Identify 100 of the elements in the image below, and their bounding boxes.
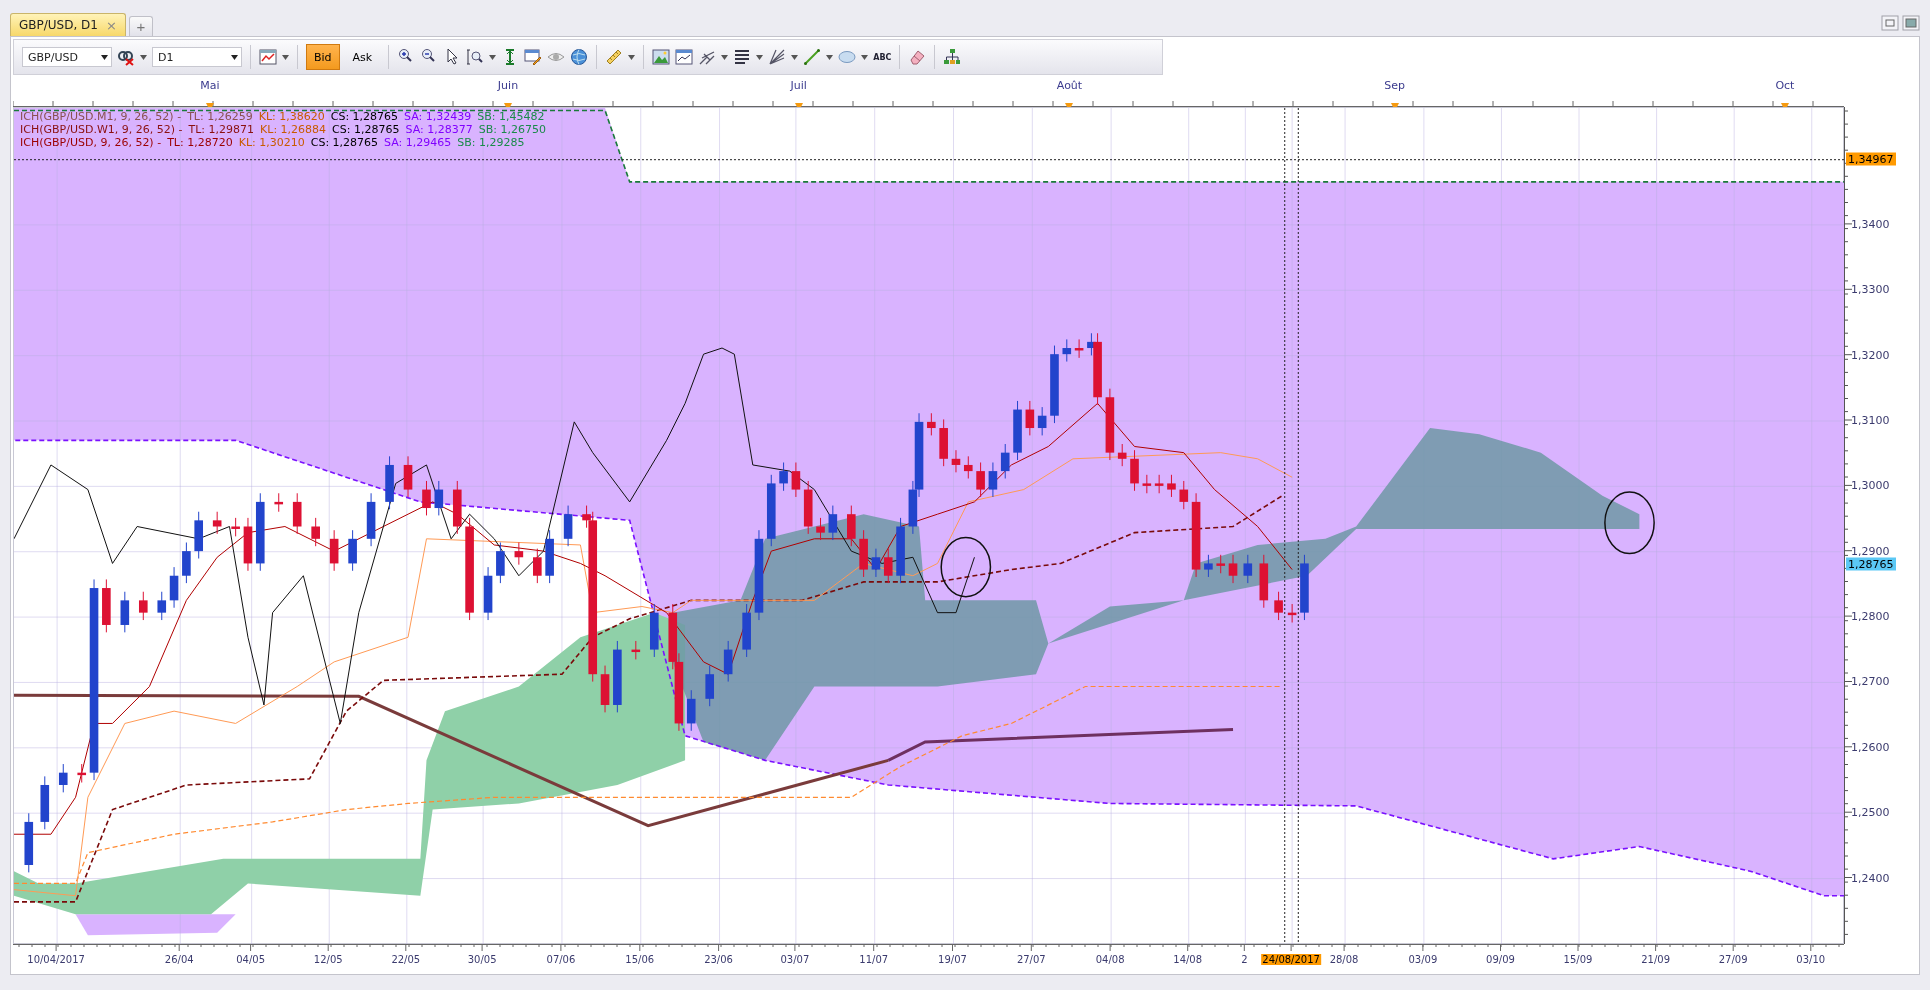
line-icon[interactable] [803, 48, 822, 66]
month-label: Sep [1384, 79, 1405, 92]
legend-value: SB: 1,45482 [477, 110, 545, 123]
legend-value: TL: 1,29871 [188, 123, 255, 136]
price-side-button[interactable]: Bid [306, 44, 340, 70]
price-axis-label: 1,2800 [1850, 609, 1891, 623]
legend-value: KL: 1,30210 [238, 136, 305, 149]
window-chart-icon[interactable] [675, 48, 694, 66]
dropdown-arrow-icon[interactable] [101, 54, 108, 60]
candlestick [545, 529, 554, 584]
candlestick [58, 763, 68, 793]
window-pencil-icon[interactable] [524, 48, 543, 66]
candlestick [600, 665, 610, 713]
candlestick [496, 542, 505, 584]
caret-icon[interactable] [861, 54, 869, 60]
candlestick [1013, 400, 1022, 461]
symbol-dropdown[interactable]: GBP/USD [22, 47, 112, 67]
caret-icon[interactable] [140, 54, 147, 60]
hierarchy-icon[interactable] [943, 48, 962, 66]
date-axis-label: 15/09 [1562, 954, 1594, 965]
date-axis-label: 26/04 [163, 954, 195, 965]
candlestick [403, 455, 413, 498]
circle-annotation [940, 536, 992, 598]
timeframe-dropdown[interactable]: D1 [152, 47, 242, 67]
candlestick [243, 517, 253, 572]
candlestick [883, 548, 893, 584]
candlestick [779, 462, 788, 492]
ruler-icon[interactable] [605, 48, 624, 66]
candlestick [194, 511, 203, 559]
new-tab-button[interactable]: + [128, 16, 153, 36]
candlestick [182, 542, 191, 584]
candlestick [803, 480, 813, 535]
month-label: Oct [1775, 79, 1795, 92]
caret-icon[interactable] [489, 54, 497, 60]
caret-icon[interactable] [721, 54, 729, 60]
list-lines-icon[interactable] [733, 48, 752, 66]
price-side-button[interactable]: Ask [344, 44, 381, 70]
unlink-icon[interactable] [117, 48, 135, 66]
month-label: Juil [790, 79, 807, 92]
candlestick [976, 462, 985, 498]
legend-value: SA: 1,32439 [404, 110, 472, 123]
date-axis-label: 12/05 [312, 954, 344, 965]
candlestick [1300, 554, 1309, 621]
legend-value: SB: 1,26750 [478, 123, 546, 136]
candlestick [1062, 338, 1072, 363]
candlestick [563, 505, 573, 547]
crosshair-date-label: 24/08/2017 [1261, 954, 1321, 965]
month-label: Juin [497, 79, 519, 92]
date-axis-label: 03/07 [779, 954, 811, 965]
candlestick [311, 517, 320, 547]
candlestick [1179, 480, 1189, 510]
caret-icon[interactable] [756, 54, 764, 60]
candlestick [791, 462, 801, 498]
legend-value: CS: 1,28765 [310, 136, 379, 149]
legend-value: SB: 1,29285 [457, 136, 525, 149]
date-axis-label: 04/05 [235, 954, 267, 965]
date-axis-label: 03/09 [1407, 954, 1439, 965]
eraser-icon[interactable] [908, 48, 927, 66]
date-axis-label: 22/05 [390, 954, 422, 965]
picture-icon[interactable] [652, 48, 671, 66]
text-tool-button[interactable]: ABC [873, 52, 892, 62]
chart-tab[interactable]: GBP/USD, D1 × [10, 13, 126, 36]
candlestick [348, 529, 357, 572]
month-label: Août [1056, 79, 1083, 92]
magnifier-icon[interactable] [466, 48, 485, 66]
candlestick [1037, 406, 1047, 436]
price-axis-label: 1,2500 [1850, 805, 1891, 819]
caret-icon[interactable] [791, 54, 799, 60]
caret-icon[interactable] [628, 54, 636, 60]
price-axis-label: 1,3200 [1850, 348, 1891, 362]
candlestick [1274, 591, 1283, 621]
price-axis-label: 1,2400 [1850, 871, 1891, 885]
caret-icon[interactable] [282, 54, 289, 60]
candlestick [896, 517, 905, 584]
candlestick [1167, 474, 1176, 498]
candlestick [951, 449, 961, 473]
candlestick [988, 462, 998, 498]
fan-lines-icon[interactable] [768, 48, 787, 66]
price-axis-label: 1,2700 [1850, 674, 1891, 688]
panel-window-icon[interactable] [1902, 14, 1920, 32]
candlestick [1130, 449, 1139, 492]
candlestick [816, 517, 825, 541]
candlestick [705, 665, 714, 707]
price-marker-label: 1,28765 [1846, 557, 1896, 571]
legend-value: CS: 1,28765 [330, 110, 399, 123]
globe-icon[interactable] [570, 48, 589, 66]
date-axis-label: 28/08 [1328, 954, 1360, 965]
candlestick [120, 591, 130, 633]
candlestick [24, 812, 34, 873]
candlestick [1154, 474, 1164, 494]
caret-icon[interactable] [826, 54, 834, 60]
date-axis-label: 27/07 [1015, 954, 1047, 965]
candlestick [1259, 554, 1269, 609]
dropdown-arrow-icon[interactable] [231, 54, 238, 60]
legend-value: KL: 1,26884 [260, 123, 327, 136]
legend-value: TL: 1,28720 [167, 136, 233, 149]
chart-window-icon[interactable] [259, 48, 277, 66]
candlestick [1074, 338, 1084, 359]
candlestick [452, 480, 462, 535]
candlestick [1117, 443, 1127, 467]
